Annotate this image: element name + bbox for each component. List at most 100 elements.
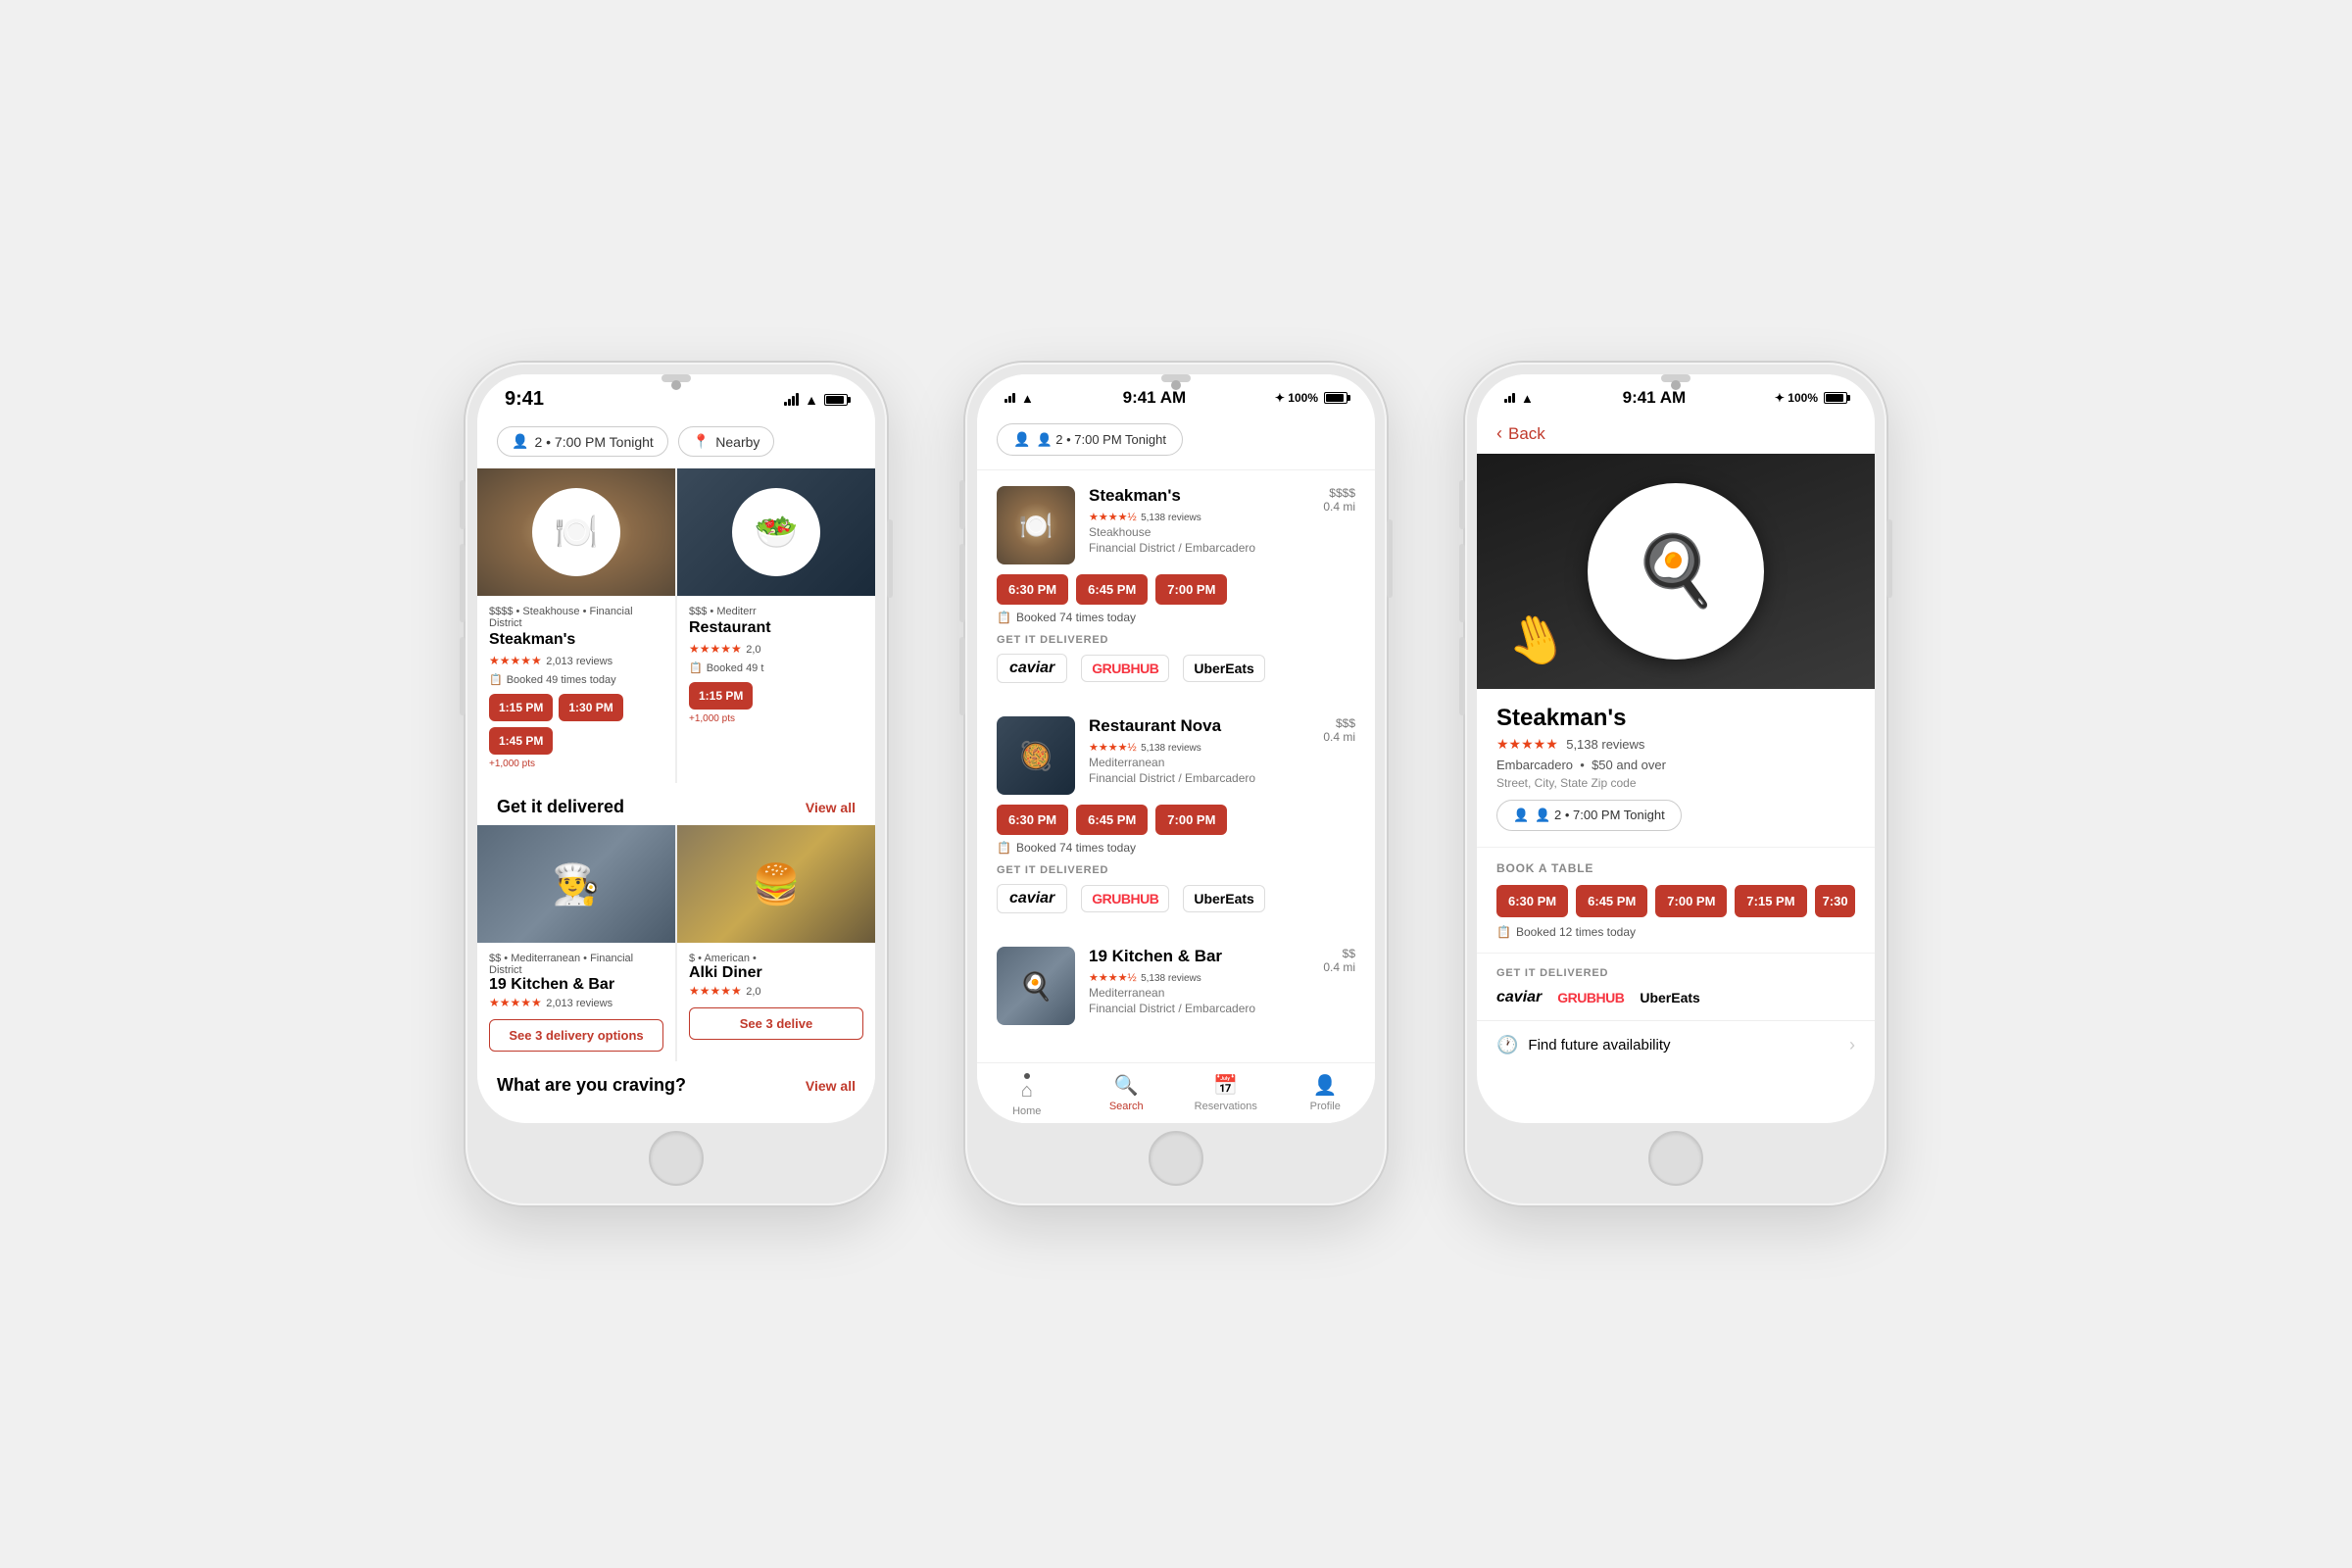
rest-type-kitchen: Mediterranean <box>1089 986 1255 1000</box>
rest-slots-steakman: 6:30 PM 6:45 PM 7:00 PM <box>997 574 1355 605</box>
view-all-craving[interactable]: View all <box>806 1078 856 1094</box>
rest-name-kitchen: 19 Kitchen & Bar <box>1089 947 1255 966</box>
slot-130pm[interactable]: 1:30 PM <box>559 694 622 721</box>
delivery-reviews-1: 2,013 reviews <box>546 998 612 1009</box>
back-button[interactable]: ‹ Back <box>1477 416 1875 454</box>
delivery-card-alki[interactable]: 🍔 $ • American • Alki Diner ★★★★★ 2,0 Se… <box>677 825 875 1061</box>
nav-reservations[interactable]: 📅 Reservations <box>1176 1073 1276 1117</box>
book-slot-645[interactable]: 6:45 PM <box>1576 885 1647 917</box>
restaurant-list[interactable]: 🍽️ Steakman's ★★★★½ 5,138 reviews <box>977 470 1375 1062</box>
book-slot-700[interactable]: 7:00 PM <box>1655 885 1727 917</box>
restaurant-name-1: Steakman's <box>489 631 663 649</box>
phone3-scroll[interactable]: 🍳 🤚 Steakman's ★★★★★ 5,138 reviews Embar… <box>1477 454 1875 1123</box>
volume-down-button <box>460 637 466 715</box>
detail-stars: ★★★★★ <box>1496 736 1558 752</box>
slot-700[interactable]: 7:00 PM <box>1155 574 1227 605</box>
home-button-3[interactable] <box>1648 1131 1703 1186</box>
detail-caviar[interactable]: caviar <box>1496 989 1542 1006</box>
restaurant-card-2[interactable]: 🥗 $$$ • Mediterr Restaurant ★★★★★ 2,0 📋 <box>677 468 875 783</box>
power-button-2 <box>1387 519 1393 598</box>
battery-icon-3 <box>1824 392 1847 404</box>
meta-steakman: Steakman's ★★★★½ 5,138 reviews Steakhous… <box>1089 486 1355 564</box>
caviar-logo-2[interactable]: caviar <box>997 884 1067 913</box>
wifi-icon: ▲ <box>805 392 818 408</box>
time-display-2: 9:41 AM <box>1123 388 1187 408</box>
list-item-kitchen[interactable]: 🍳 19 Kitchen & Bar ★★★★½ 5,138 reviews <box>977 931 1375 1051</box>
thumb-img-nova: 🥘 <box>997 716 1075 795</box>
guest-pill-2[interactable]: 👤 👤 2 • 7:00 PM Tonight <box>997 423 1183 456</box>
nav-search[interactable]: 🔍 Search <box>1077 1073 1177 1117</box>
nav-profile[interactable]: 👤 Profile <box>1276 1073 1376 1117</box>
slot-645[interactable]: 6:45 PM <box>1076 574 1148 605</box>
rest-name-steakman: Steakman's <box>1089 486 1255 506</box>
home-button-1[interactable] <box>649 1131 704 1186</box>
restaurant-card-steakman[interactable]: 🍽️ $$$$ • Steakhouse • Financial Distric… <box>477 468 675 783</box>
ubereats-logo-1[interactable]: UberEats <box>1183 655 1264 682</box>
book-table-label: BOOK A TABLE <box>1496 861 1855 875</box>
rest-type-nova: Mediterranean <box>1089 756 1255 769</box>
slot-145pm[interactable]: 1:45 PM <box>489 727 553 755</box>
scene: 9:41 ▲ 👤 <box>0 0 2352 1568</box>
slot-115pm[interactable]: 1:15 PM <box>489 694 553 721</box>
rest-distance-nova: 0.4 mi <box>1323 730 1355 744</box>
ubereats-logo-2[interactable]: UberEats <box>1183 885 1264 912</box>
list-item-nova[interactable]: 🥘 Restaurant Nova ★★★★½ 5,138 reviews <box>977 701 1375 929</box>
delivery-btn-2[interactable]: See 3 delive <box>689 1007 863 1040</box>
book-slot-730[interactable]: 7:30 <box>1815 885 1855 917</box>
slot-630[interactable]: 6:30 PM <box>997 574 1068 605</box>
status-icons-1: ▲ <box>784 392 848 408</box>
mute-button <box>460 480 466 529</box>
detail-ubereats[interactable]: UberEats <box>1640 990 1699 1005</box>
status-right-2: ✦ 100% <box>1275 391 1348 405</box>
location-filter-pill[interactable]: 📍 Nearby <box>678 426 775 457</box>
nav-home-label: Home <box>1012 1105 1041 1117</box>
time-display-3: 9:41 AM <box>1623 388 1687 408</box>
future-availability[interactable]: 🕐 Find future availability › <box>1477 1020 1875 1069</box>
chevron-right-icon: › <box>1849 1035 1855 1055</box>
points-badge-1: +1,000 pts <box>489 759 663 769</box>
home-button-2[interactable] <box>1149 1131 1203 1186</box>
list-item-steakman[interactable]: 🍽️ Steakman's ★★★★½ 5,138 reviews <box>977 470 1375 699</box>
book-slot-630[interactable]: 6:30 PM <box>1496 885 1568 917</box>
slot-115pm-2[interactable]: 1:15 PM <box>689 682 753 710</box>
phone1-scroll[interactable]: 🍽️ $$$$ • Steakhouse • Financial Distric… <box>477 468 875 1123</box>
bluetooth-icon: ✦ 100% <box>1275 391 1318 405</box>
caviar-logo-1[interactable]: caviar <box>997 654 1067 683</box>
delivery-info-kitchen: $$ • Mediterranean • Financial District … <box>477 943 675 1061</box>
view-all-delivered[interactable]: View all <box>806 800 856 815</box>
slot-630-nova[interactable]: 6:30 PM <box>997 805 1068 835</box>
meta-nova: Restaurant Nova ★★★★½ 5,138 reviews Medi… <box>1089 716 1355 795</box>
delivery-section-nova: GET IT DELIVERED caviar GRUBHUB UberEats <box>997 864 1355 913</box>
delivery-btn-1[interactable]: See 3 delivery options <box>489 1019 663 1052</box>
detail-location-price: Embarcadero • $50 and over <box>1496 758 1855 772</box>
filter-pills: 👤 2 • 7:00 PM Tonight 📍 Nearby <box>497 426 856 457</box>
time-slots-2: 1:15 PM <box>689 682 863 710</box>
back-chevron-icon: ‹ <box>1496 423 1502 444</box>
detail-grubhub[interactable]: GRUBHUB <box>1557 990 1624 1005</box>
nav-home[interactable]: ⌂ Home <box>977 1073 1077 1117</box>
phone-2: ▲ 9:41 AM ✦ 100% 👤 👤 2 • 7:00 PM Tonight <box>965 363 1387 1205</box>
booked-nova: 📋 Booked 74 times today <box>997 841 1355 855</box>
book-slots: 6:30 PM 6:45 PM 7:00 PM 7:15 PM 7:30 <box>1496 885 1855 917</box>
detail-delivery-logos: caviar GRUBHUB UberEats <box>1496 989 1855 1006</box>
rest-type-steakman: Steakhouse <box>1089 525 1255 539</box>
book-slot-715[interactable]: 7:15 PM <box>1735 885 1806 917</box>
booked-info-2: 📋 Booked 49 t <box>689 662 863 674</box>
detail-guest-pill[interactable]: 👤 👤 2 • 7:00 PM Tonight <box>1496 800 1682 831</box>
time-slots-1: 1:15 PM 1:30 PM 1:45 PM <box>489 694 663 755</box>
wifi-icon-3: ▲ <box>1521 391 1534 406</box>
grubhub-logo-2[interactable]: GRUBHUB <box>1081 885 1169 912</box>
slot-645-nova[interactable]: 6:45 PM <box>1076 805 1148 835</box>
grubhub-logo-1[interactable]: GRUBHUB <box>1081 655 1169 682</box>
delivery-label-steakman: GET IT DELIVERED <box>997 634 1355 646</box>
book-table-section: BOOK A TABLE 6:30 PM 6:45 PM 7:00 PM 7:1… <box>1477 847 1875 953</box>
delivery-card-kitchen[interactable]: 👨‍🍳 $$ • Mediterranean • Financial Distr… <box>477 825 675 1061</box>
nav-reservations-label: Reservations <box>1195 1101 1257 1112</box>
search-bar-2: 👤 👤 2 • 7:00 PM Tonight <box>977 416 1375 470</box>
battery-icon-2 <box>1324 392 1348 404</box>
detail-reviews: 5,138 reviews <box>1566 737 1644 752</box>
list-header-steakman: 🍽️ Steakman's ★★★★½ 5,138 reviews <box>997 486 1355 564</box>
volume-down-button-3 <box>1459 637 1465 715</box>
guest-filter-pill[interactable]: 👤 2 • 7:00 PM Tonight <box>497 426 668 457</box>
slot-700-nova[interactable]: 7:00 PM <box>1155 805 1227 835</box>
